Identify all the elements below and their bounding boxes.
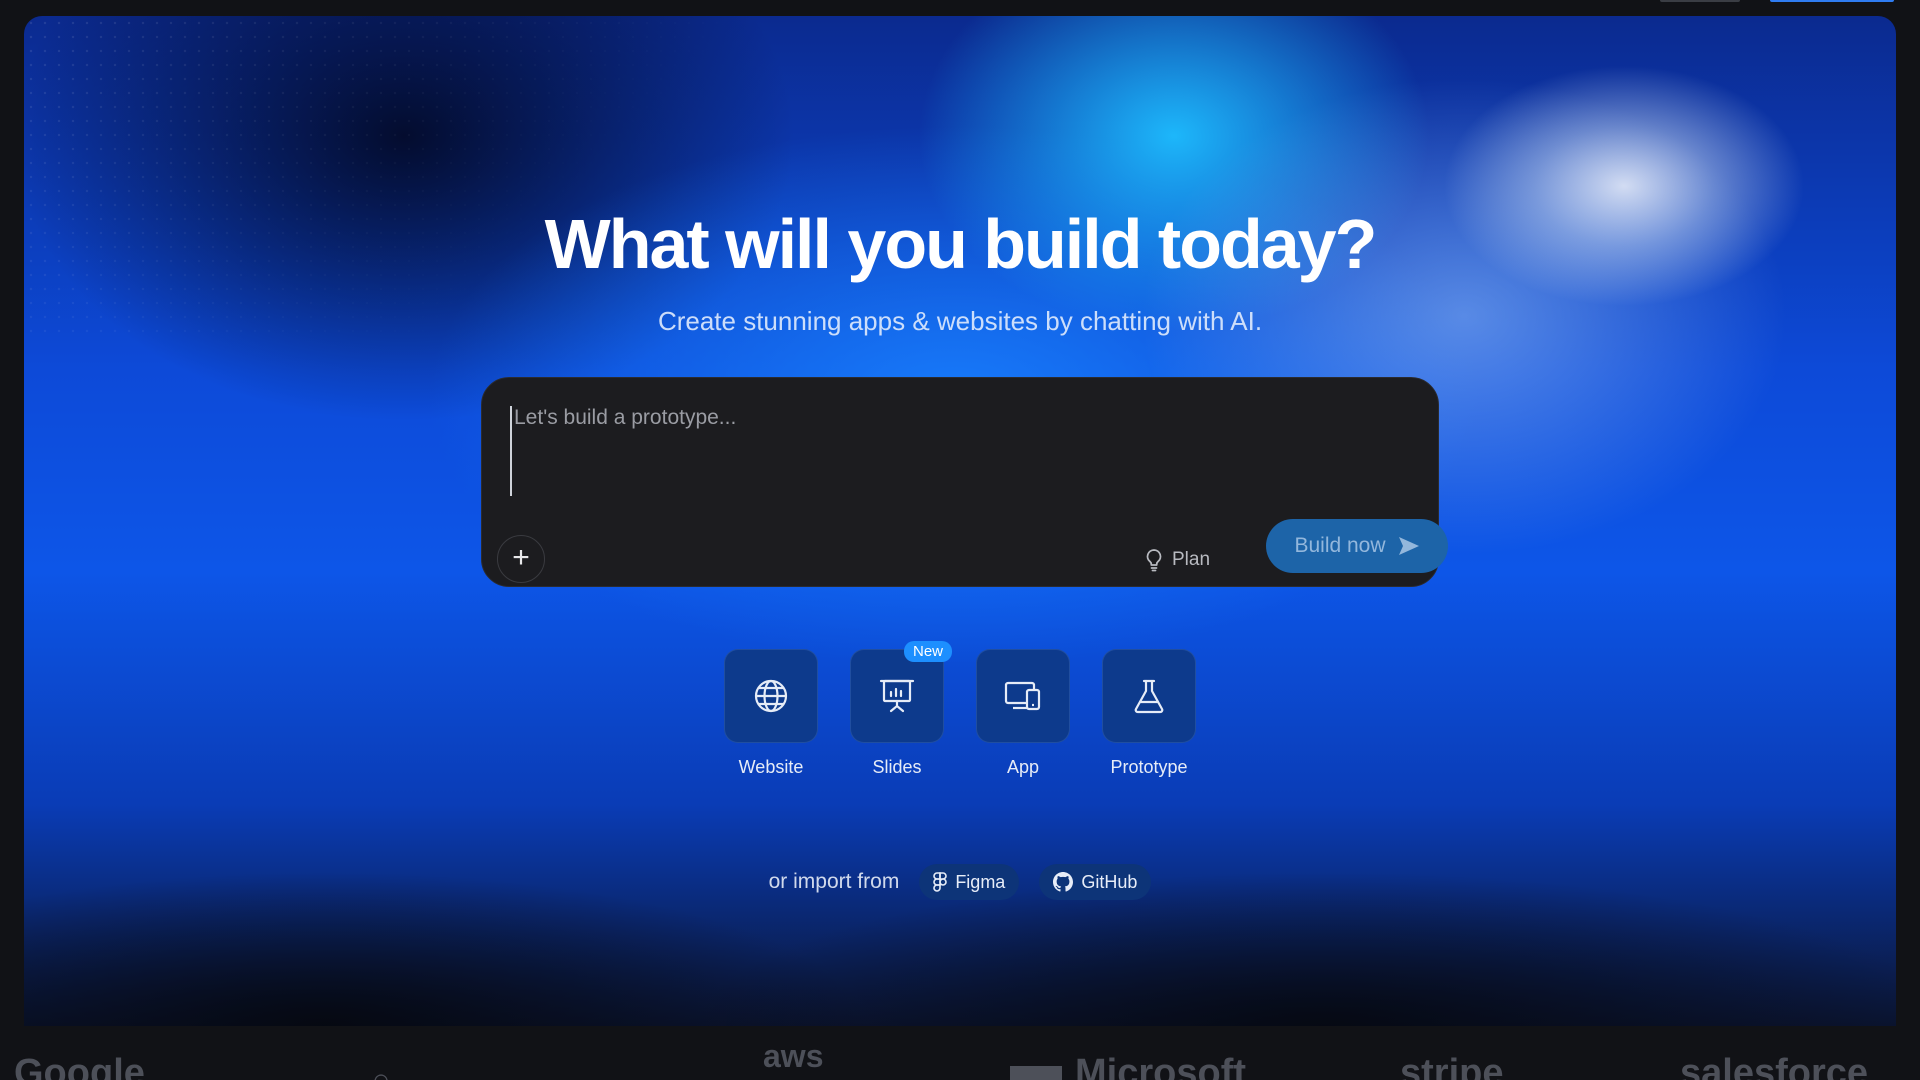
github-icon: [1053, 872, 1074, 892]
microsoft-logo-icon: [1010, 1066, 1062, 1080]
prompt-input[interactable]: [510, 406, 1394, 496]
flask-icon: [1134, 679, 1164, 714]
tile-prototype[interactable]: Prototype: [1102, 649, 1196, 778]
import-figma-button[interactable]: Figma: [919, 864, 1020, 900]
build-now-label: Build now: [1294, 534, 1386, 557]
hero-section: What will you build today? Create stunni…: [24, 16, 1896, 1026]
page-subtitle: Create stunning apps & websites by chatt…: [657, 306, 1263, 336]
aws-logo: aws: [763, 1038, 824, 1074]
page-title: What will you build today?: [544, 205, 1378, 283]
stripe-logo: stripe: [1400, 1052, 1504, 1080]
website-tile-button[interactable]: [724, 649, 818, 743]
logo-partial-circle: ○: [372, 1064, 390, 1080]
figma-icon: [933, 872, 948, 892]
slides-tile-button[interactable]: [850, 649, 944, 743]
prompt-box: + Plan Build now: [481, 377, 1448, 587]
import-github-button[interactable]: GitHub: [1039, 864, 1152, 900]
dot-grid-pattern: [24, 16, 724, 336]
presentation-icon: [879, 679, 915, 713]
project-type-tiles: Website New Slides App Prototype: [24, 641, 1896, 778]
tile-website[interactable]: Website: [724, 649, 818, 778]
tile-app[interactable]: App: [976, 649, 1070, 778]
salesforce-logo: salesforce: [1680, 1052, 1869, 1080]
build-now-button[interactable]: Build now: [1266, 519, 1448, 573]
plus-icon: +: [512, 541, 530, 574]
tile-slides[interactable]: New Slides: [850, 641, 952, 778]
lightbulb-icon: [1146, 549, 1162, 572]
send-icon: [1398, 537, 1419, 555]
microsoft-logo: Microsoft: [1075, 1052, 1246, 1080]
import-label: or import from: [768, 870, 900, 893]
plan-label: Plan: [1172, 549, 1211, 570]
plan-button[interactable]: Plan: [1144, 545, 1210, 575]
add-attachment-button[interactable]: +: [497, 535, 545, 583]
tile-label: Website: [738, 757, 804, 777]
customer-logos-strip: Google ○ aws Microsoft stripe salesforce: [0, 1026, 1920, 1080]
tile-label: App: [1006, 757, 1040, 777]
globe-icon: [754, 679, 788, 713]
browser-top-bar: [0, 0, 1920, 16]
github-label: GitHub: [1081, 871, 1138, 892]
new-badge: New: [903, 641, 952, 662]
tile-label: Prototype: [1110, 757, 1188, 777]
top-tab-indicator-active[interactable]: [1770, 0, 1894, 2]
app-tile-button[interactable]: [976, 649, 1070, 743]
top-tab-indicator[interactable]: [1660, 0, 1740, 2]
prototype-tile-button[interactable]: [1102, 649, 1196, 743]
tile-label: Slides: [872, 757, 922, 777]
figma-label: Figma: [955, 871, 1006, 892]
import-row: or import from Figma GitHub: [24, 864, 1896, 900]
google-logo: Google: [14, 1052, 145, 1080]
devices-icon: [1004, 681, 1041, 711]
